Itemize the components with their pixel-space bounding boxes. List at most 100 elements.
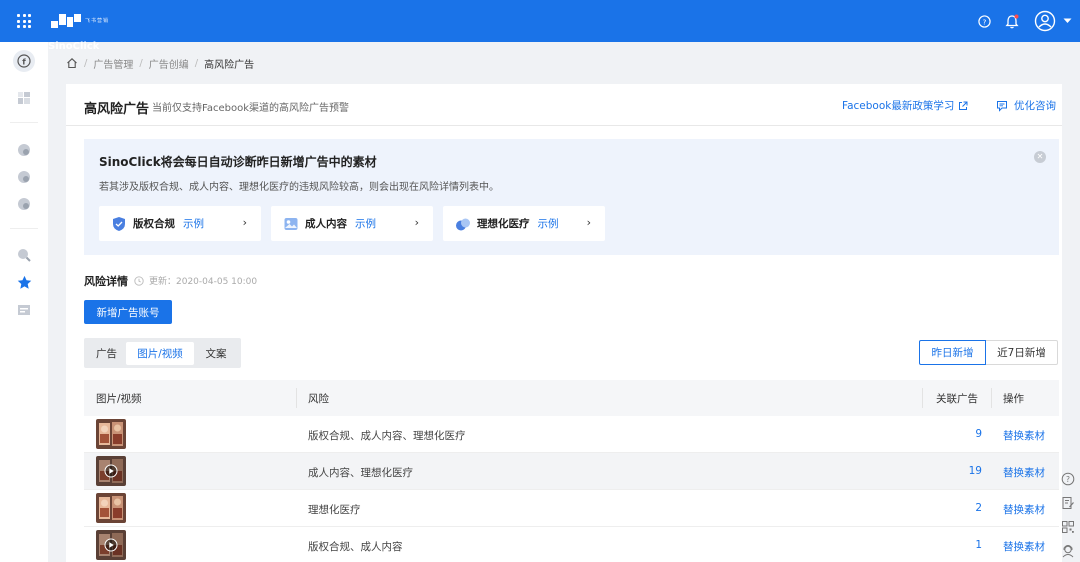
tab-copy[interactable]: 文案 — [194, 342, 238, 365]
adult-content-icon — [284, 217, 298, 230]
search-ads-icon[interactable] — [14, 245, 34, 265]
breadcrumb-item-ad-management[interactable]: 广告管理 — [93, 56, 133, 71]
main-content: / 广告管理 / 广告创编 / 高风险广告 高风险广告 当前仅支持Faceboo… — [48, 42, 1080, 562]
shield-icon — [113, 216, 125, 231]
risk-text: 理想化医疗 — [308, 504, 361, 516]
update-time-text: 更新：2020-04-05 10:00 — [149, 277, 258, 287]
card-header: 高风险广告 当前仅支持Facebook渠道的高风险广告预警 Facebook最新… — [66, 84, 1062, 126]
dashboard-icon[interactable] — [14, 88, 34, 108]
chevron-right-icon: › — [414, 216, 419, 229]
user-avatar-icon[interactable] — [1032, 7, 1058, 35]
sidebar-divider — [10, 228, 38, 229]
sidebar-divider — [10, 122, 38, 123]
replace-material-link[interactable]: 替换素材 — [1003, 428, 1045, 443]
replace-material-link[interactable]: 替换素材 — [1003, 539, 1045, 554]
breadcrumb-item-high-risk-ads: 高风险广告 — [204, 59, 255, 71]
related-ads-count-link[interactable]: 1 — [975, 539, 982, 551]
column-separator — [296, 388, 297, 408]
risk-card-adult[interactable]: 成人内容 示例 › — [271, 206, 433, 241]
left-sidebar: f — [0, 42, 48, 562]
svg-text:f: f — [22, 57, 26, 66]
facebook-policy-link[interactable]: Facebook最新政策学习 — [842, 98, 968, 113]
risk-card-medical[interactable]: 理想化医疗 示例 › — [443, 206, 605, 241]
home-icon[interactable] — [66, 57, 78, 69]
tab-image-video[interactable]: 图片/视频 — [126, 341, 194, 365]
risk-card-example-link[interactable]: 示例 — [355, 216, 376, 231]
optimization-consult-link[interactable]: 优化咨询 — [996, 98, 1056, 113]
table-row: 版权合规、成人内容 1 替换素材 — [84, 527, 1059, 562]
media-thumbnail-video[interactable] — [96, 456, 126, 486]
facebook-channel-icon[interactable]: f — [13, 50, 35, 72]
related-ads-count-link[interactable]: 19 — [969, 465, 982, 477]
medical-icon — [456, 218, 470, 230]
tab-ad[interactable]: 广告 — [87, 342, 126, 365]
feedback-edit-icon[interactable] — [1061, 496, 1075, 510]
info-banner: SinoClick将会每日自动诊断昨日新增广告中的素材 若其涉及版权合规、成人内… — [84, 139, 1059, 255]
table-row: 版权合规、成人内容、理想化医疗 9 替换素材 — [84, 416, 1059, 453]
facebook-policy-link-label: Facebook最新政策学习 — [842, 100, 955, 112]
replace-material-link[interactable]: 替换素材 — [1003, 465, 1045, 480]
floating-toolbar: ? — [1058, 466, 1080, 562]
update-time: 更新：2020-04-05 10:00 — [134, 274, 257, 287]
risk-details-title: 风险详情 — [84, 275, 128, 288]
svg-text:?: ? — [1066, 475, 1070, 484]
logo-subtext: 飞书营销 — [85, 18, 110, 24]
risk-card-copyright[interactable]: 版权合规 示例 › — [99, 206, 261, 241]
content-card: 高风险广告 当前仅支持Facebook渠道的高风险广告预警 Facebook最新… — [66, 84, 1062, 562]
breadcrumb: / 广告管理 / 广告创编 / 高风险广告 — [66, 56, 255, 71]
logo[interactable]: SinoClick 飞书营销 — [48, 13, 110, 52]
column-header-risk: 风险 — [308, 393, 329, 405]
chevron-right-icon: › — [586, 216, 591, 229]
page-title: 高风险广告 — [84, 102, 150, 117]
creative-library-icon[interactable] — [14, 300, 34, 320]
notification-bell-icon[interactable] — [998, 7, 1026, 35]
chevron-right-icon: › — [242, 216, 247, 229]
date-range-toggle: 昨日新增 近7日新增 — [919, 340, 1058, 365]
column-header-related-ads: 关联广告 — [936, 393, 978, 405]
related-ads-count-link[interactable]: 9 — [975, 428, 982, 440]
clock-icon — [134, 275, 144, 286]
toggle-last-7-days[interactable]: 近7日新增 — [986, 340, 1058, 365]
chevron-down-icon[interactable] — [1058, 7, 1076, 35]
analytics-icon[interactable] — [14, 140, 34, 160]
high-risk-ads-icon[interactable] — [14, 272, 34, 292]
risk-card-name: 理想化医疗 — [477, 218, 530, 230]
qr-code-icon[interactable] — [1061, 520, 1075, 534]
toggle-yesterday[interactable]: 昨日新增 — [919, 340, 986, 365]
breadcrumb-item-ad-creation[interactable]: 广告创编 — [149, 56, 189, 71]
external-link-icon — [959, 101, 968, 110]
risk-text: 成人内容、理想化医疗 — [308, 467, 413, 479]
banner-title: SinoClick将会每日自动诊断昨日新增广告中的素材 — [99, 155, 377, 169]
page-description: 当前仅支持Facebook渠道的高风险广告预警 — [152, 103, 349, 114]
customer-service-icon[interactable] — [1061, 544, 1075, 558]
related-ads-count-link[interactable]: 2 — [975, 502, 982, 514]
media-thumbnail-image[interactable] — [96, 493, 126, 523]
risk-card-example-link[interactable]: 示例 — [538, 216, 559, 231]
svg-text:?: ? — [982, 17, 986, 26]
banner-description: 若其涉及版权合规、成人内容、理想化医疗的违规风险较高，则会出现在风险详情列表中。 — [99, 182, 499, 193]
risk-card-example-link[interactable]: 示例 — [183, 216, 204, 231]
optimization-consult-label: 优化咨询 — [1014, 100, 1056, 112]
report-icon[interactable] — [14, 167, 34, 187]
risk-text: 版权合规、成人内容、理想化医疗 — [308, 430, 466, 442]
logo-mark-icon — [51, 14, 81, 28]
apps-grid-icon[interactable] — [17, 14, 31, 28]
risk-card-name: 成人内容 — [305, 218, 347, 230]
help-icon[interactable]: ? — [970, 7, 998, 35]
risk-text: 版权合规、成人内容 — [308, 541, 403, 553]
close-icon[interactable]: ✕ — [1034, 151, 1046, 163]
media-thumbnail-image[interactable] — [96, 419, 126, 449]
media-type-tabs: 广告 图片/视频 文案 — [84, 338, 241, 368]
chat-icon — [997, 100, 1007, 112]
table-row: 理想化医疗 2 替换素材 — [84, 490, 1059, 527]
replace-material-link[interactable]: 替换素材 — [1003, 502, 1045, 517]
column-header-actions: 操作 — [1003, 393, 1024, 405]
risk-table: 图片/视频 风险 关联广告 操作 版权合规、成人内容、理想化医疗 9 替换素材 — [84, 380, 1059, 562]
help-circle-icon[interactable]: ? — [1061, 472, 1075, 486]
top-bar: SinoClick 飞书营销 ? — [0, 0, 1080, 52]
add-ad-account-button[interactable]: 新增广告账号 — [84, 300, 172, 324]
risk-card-name: 版权合规 — [133, 218, 175, 230]
media-thumbnail-video[interactable] — [96, 530, 126, 560]
column-separator — [922, 388, 923, 408]
audience-icon[interactable] — [14, 194, 34, 214]
